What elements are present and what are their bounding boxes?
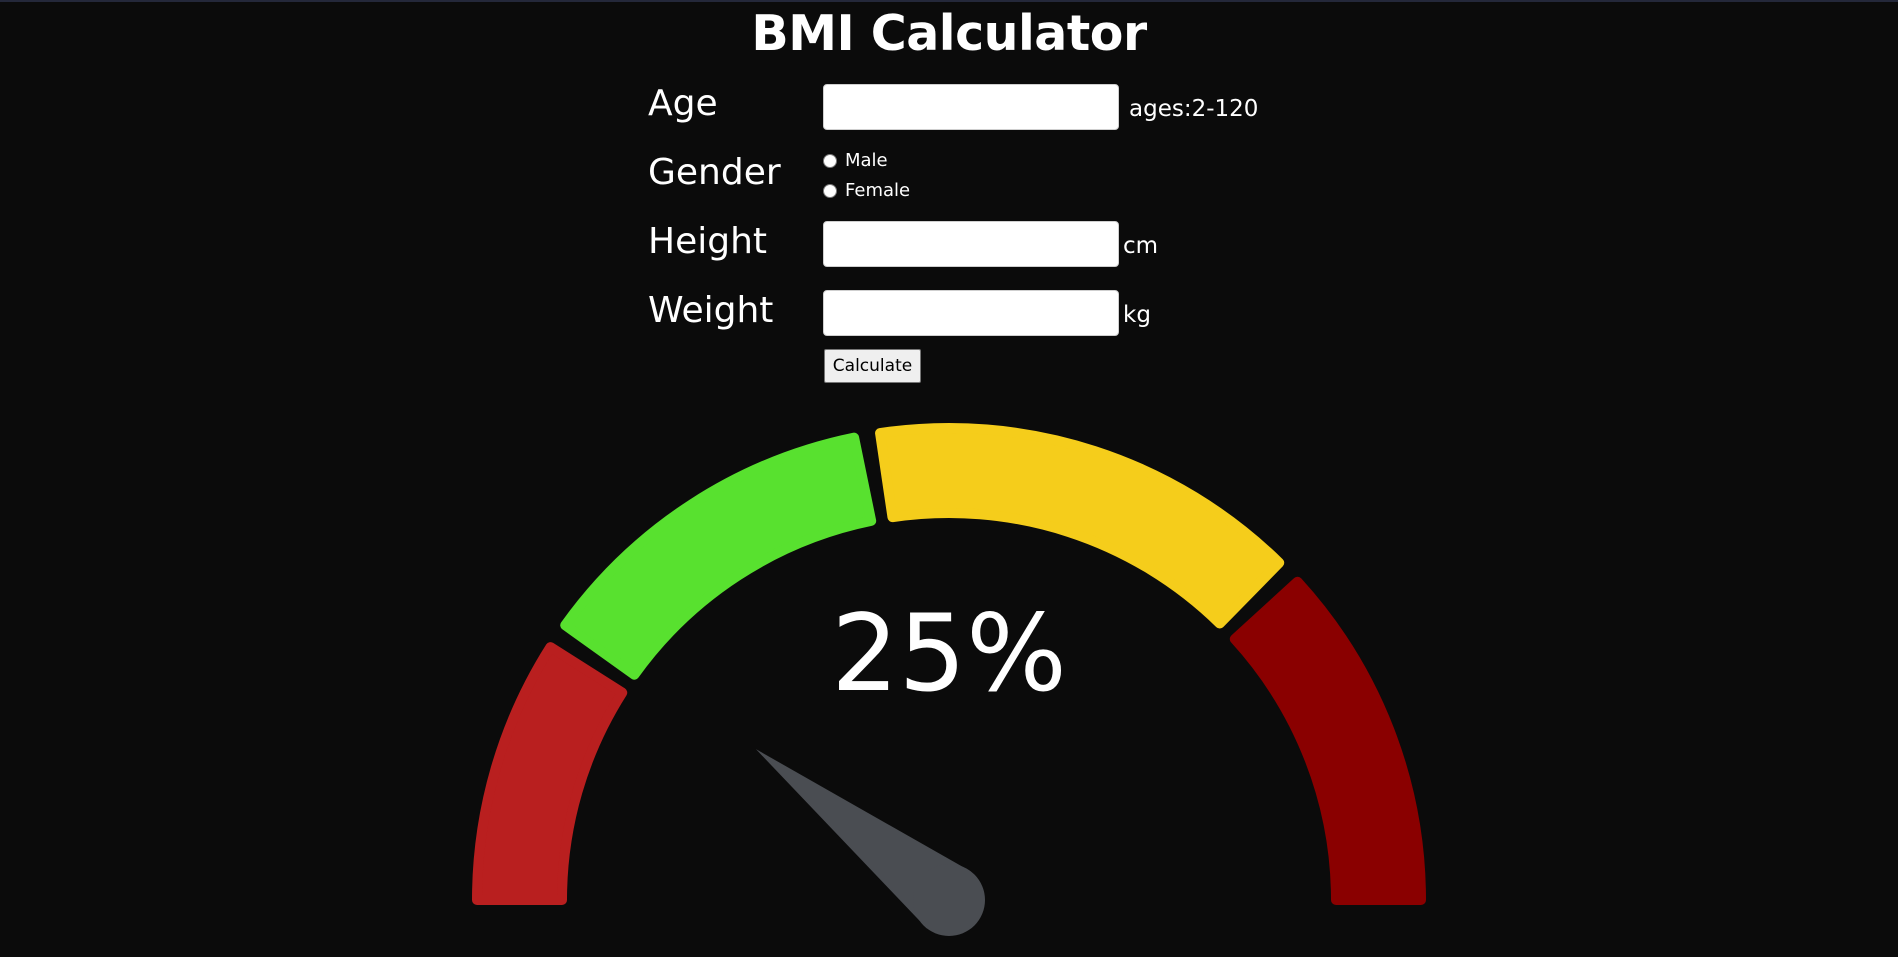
gauge-segment-underweight [472,642,628,905]
gauge-value-text: 25% [831,592,1067,715]
gauge-needle-hub [913,864,985,936]
gauge-needle [755,749,985,936]
bmi-gauge: 25% [472,423,1426,936]
gauge-segment-obese [1229,576,1426,905]
gauge-segment-normal [560,432,877,680]
